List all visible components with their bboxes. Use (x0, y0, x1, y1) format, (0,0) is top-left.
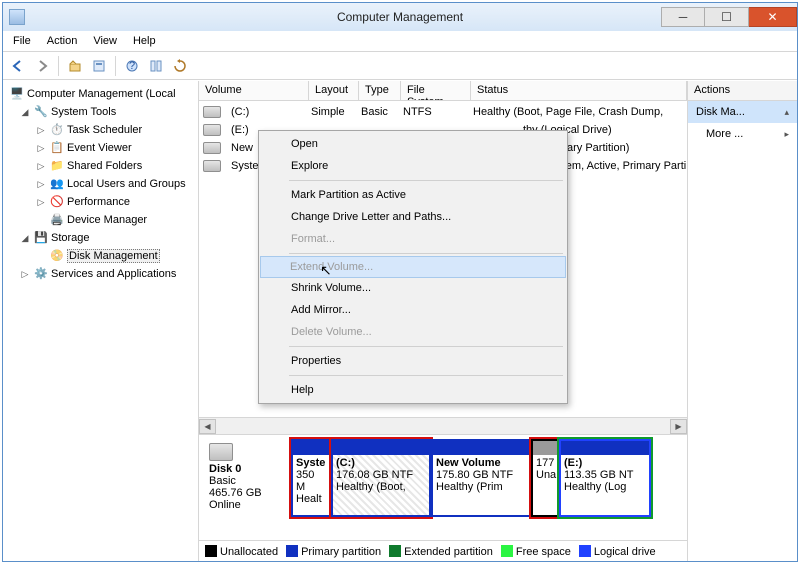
tree-services[interactable]: ▷⚙️Services and Applications (5, 265, 196, 283)
col-type[interactable]: Type (359, 81, 401, 100)
tree-device-manager[interactable]: 🖨️Device Manager (5, 211, 196, 229)
volume-bar: Syste350 MHealt(C:)176.08 GB NTFHealthy … (291, 439, 681, 536)
event-icon: 📋 (50, 141, 64, 155)
svg-text:?: ? (129, 60, 135, 72)
context-menu: OpenExplore Mark Partition as ActiveChang… (258, 130, 568, 404)
tree-task-scheduler[interactable]: ▷⏱️Task Scheduler (5, 121, 196, 139)
chevron-right-icon: ▸ (784, 129, 789, 140)
volume-e[interactable]: (E:)113.35 GB NTHealthy (Log (559, 439, 651, 517)
close-button[interactable]: ✕ (749, 7, 797, 27)
volume-unalloc[interactable]: 177Una (531, 439, 559, 517)
clock-icon: ⏱️ (50, 123, 64, 137)
context-format-: Format... (261, 228, 565, 250)
drive-icon (203, 160, 221, 172)
menu-help[interactable]: Help (125, 33, 164, 49)
context-open[interactable]: Open (261, 133, 565, 155)
storage-icon: 💾 (34, 231, 48, 245)
legend-item: Extended partition (389, 545, 493, 558)
computer-icon: 🖥️ (10, 87, 24, 101)
actions-panel: Actions Disk Ma...▴ More ...▸ (687, 81, 797, 561)
context-add-mirror-[interactable]: Add Mirror... (261, 299, 565, 321)
tools-icon: 🔧 (34, 105, 48, 119)
disk-icon (209, 443, 233, 461)
volume-newvolume[interactable]: New Volume175.80 GB NTFHealthy (Prim (431, 439, 531, 517)
window-title: Computer Management (337, 10, 463, 24)
chevron-up-icon: ▴ (784, 107, 789, 118)
context-extend-volume-: Extend Volume... (260, 256, 566, 278)
tree-disk-management[interactable]: 📀Disk Management (5, 247, 196, 265)
drive-icon (203, 142, 221, 154)
menu-view[interactable]: View (85, 33, 125, 49)
menu-file[interactable]: File (5, 33, 39, 49)
tree-root[interactable]: 🖥️Computer Management (Local (5, 85, 196, 103)
services-icon: ⚙️ (34, 267, 48, 281)
disk-icon: 📀 (50, 249, 64, 263)
legend-item: Logical drive (579, 545, 656, 558)
tree-performance[interactable]: ▷🚫Performance (5, 193, 196, 211)
back-button[interactable] (7, 55, 29, 77)
tree-storage[interactable]: ◢💾Storage (5, 229, 196, 247)
tree-systools[interactable]: ◢🔧System Tools (5, 103, 196, 121)
volume-c[interactable]: (C:)176.08 GB NTFHealthy (Boot, (331, 439, 431, 517)
legend-item: Free space (501, 545, 571, 558)
drive-icon (203, 106, 221, 118)
context-mark-partition-as-active[interactable]: Mark Partition as Active (261, 184, 565, 206)
disk-pane: Disk 0 Basic 465.76 GB Online Syste350 M… (199, 434, 687, 540)
folder-icon: 📁 (50, 159, 64, 173)
volume-syste[interactable]: Syste350 MHealt (291, 439, 331, 517)
legend-item: Unallocated (205, 545, 278, 558)
titlebar[interactable]: Computer Management ─ ☐ ✕ (3, 3, 797, 31)
context-properties[interactable]: Properties (261, 350, 565, 372)
prop-button[interactable] (88, 55, 110, 77)
context-explore[interactable]: Explore (261, 155, 565, 177)
tree-panel: 🖥️Computer Management (Local ◢🔧System To… (3, 81, 199, 561)
list-row[interactable]: (C:)SimpleBasicNTFSHealthy (Boot, Page F… (199, 103, 687, 121)
forward-button[interactable] (31, 55, 53, 77)
tile-button[interactable] (145, 55, 167, 77)
users-icon: 👥 (50, 177, 64, 191)
tree-users-groups[interactable]: ▷👥Local Users and Groups (5, 175, 196, 193)
drive-icon (203, 124, 221, 136)
help-icon[interactable]: ? (121, 55, 143, 77)
col-volume[interactable]: Volume (199, 81, 309, 100)
context-help[interactable]: Help (261, 379, 565, 401)
actions-disk-mgmt[interactable]: Disk Ma...▴ (688, 101, 797, 123)
perf-icon: 🚫 (50, 195, 64, 209)
maximize-button[interactable]: ☐ (705, 7, 749, 27)
cursor-icon: ↖ (320, 262, 332, 279)
refresh-button[interactable] (169, 55, 191, 77)
context-shrink-volume-[interactable]: Shrink Volume... (261, 277, 565, 299)
legend-item: Primary partition (286, 545, 381, 558)
col-layout[interactable]: Layout (309, 81, 359, 100)
actions-header: Actions (688, 81, 797, 101)
actions-more[interactable]: More ...▸ (688, 123, 797, 145)
menu-action[interactable]: Action (39, 33, 86, 49)
toolbar: ? (3, 52, 797, 80)
h-scrollbar[interactable]: ◀▶ (199, 417, 687, 434)
context-change-drive-letter-and-paths-[interactable]: Change Drive Letter and Paths... (261, 206, 565, 228)
minimize-button[interactable]: ─ (661, 7, 705, 27)
col-fs[interactable]: File System (401, 81, 471, 100)
up-button[interactable] (64, 55, 86, 77)
device-icon: 🖨️ (50, 213, 64, 227)
disk-info[interactable]: Disk 0 Basic 465.76 GB Online (205, 439, 285, 536)
legend: Unallocated Primary partition Extended par… (199, 540, 687, 561)
tree-shared-folders[interactable]: ▷📁Shared Folders (5, 157, 196, 175)
context-delete-volume-: Delete Volume... (261, 321, 565, 343)
menubar: File Action View Help (3, 31, 797, 52)
col-status[interactable]: Status (471, 81, 687, 100)
tree-event-viewer[interactable]: ▷📋Event Viewer (5, 139, 196, 157)
list-header: Volume Layout Type File System Status (199, 81, 687, 101)
app-icon (9, 9, 25, 25)
